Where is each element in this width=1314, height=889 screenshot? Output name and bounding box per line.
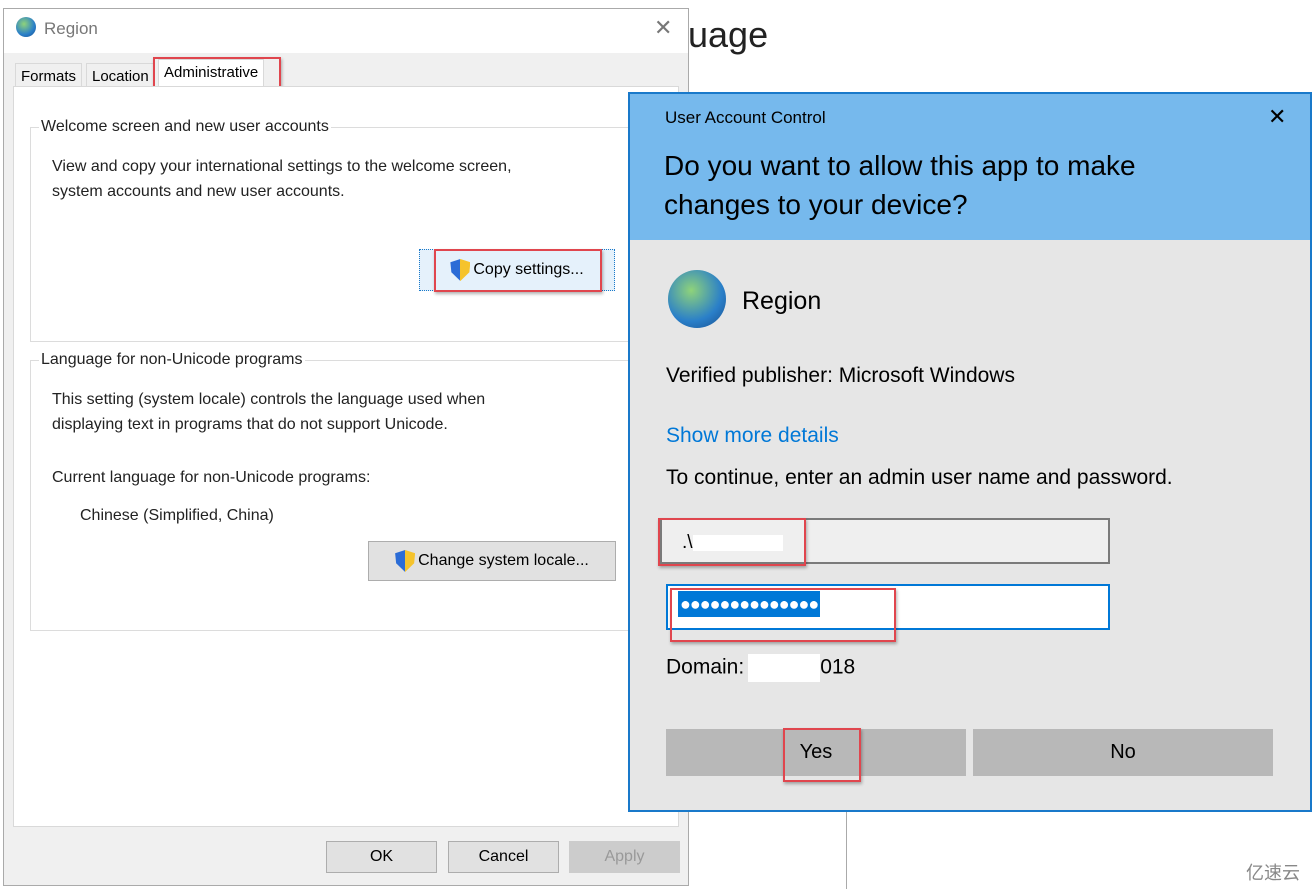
- watermark: 亿速云: [1246, 863, 1300, 883]
- highlight-box: [670, 588, 896, 642]
- tab-formats[interactable]: Formats: [15, 63, 83, 87]
- apply-button[interactable]: Apply: [569, 841, 680, 873]
- ok-button[interactable]: OK: [326, 841, 437, 873]
- uac-shield-icon: [395, 550, 416, 572]
- title-bar: Region ✕: [4, 9, 688, 53]
- publisher: Verified publisher: Microsoft Windows: [666, 364, 1015, 387]
- group-title: Language for non-Unicode programs: [39, 351, 305, 369]
- instruction: To continue, enter an admin user name an…: [666, 466, 1173, 489]
- highlight-box: [783, 728, 861, 782]
- divider: [846, 810, 847, 889]
- region-globe-icon: [668, 270, 726, 328]
- welcome-group: Welcome screen and new user accounts Vie…: [30, 118, 668, 342]
- close-button[interactable]: ✕: [1268, 104, 1286, 130]
- highlight-box: [434, 249, 602, 292]
- uac-header: User Account Control ✕ Do you want to al…: [630, 94, 1310, 240]
- domain-row: Domain: 018: [666, 654, 855, 682]
- uac-dialog: User Account Control ✕ Do you want to al…: [628, 92, 1312, 812]
- region-dialog: Region ✕ Formats Location Administrative…: [3, 8, 689, 886]
- description: system accounts and new user accounts.: [52, 183, 345, 200]
- uac-title: User Account Control: [665, 108, 826, 127]
- no-button[interactable]: No: [973, 729, 1273, 776]
- close-button[interactable]: ✕: [654, 15, 672, 41]
- description: View and copy your international setting…: [52, 158, 512, 175]
- cancel-button[interactable]: Cancel: [448, 841, 559, 873]
- highlight-box: [658, 518, 806, 566]
- tab-panel: Welcome screen and new user accounts Vie…: [13, 86, 679, 827]
- uac-question: Do you want to allow this app to make ch…: [664, 150, 1136, 220]
- group-title: Welcome screen and new user accounts: [39, 118, 331, 136]
- tab-location[interactable]: Location: [86, 63, 155, 87]
- current-language-label: Current language for non-Unicode program…: [52, 469, 371, 486]
- dialog-title: Region: [44, 19, 98, 38]
- description: This setting (system locale) controls th…: [52, 391, 486, 408]
- redaction: [748, 654, 821, 682]
- change-system-locale-button[interactable]: Change system locale...: [368, 541, 616, 581]
- current-language-value: Chinese (Simplified, China): [80, 507, 274, 524]
- description: displaying text in programs that do not …: [52, 416, 448, 433]
- background-page-title: uage: [688, 14, 769, 55]
- locale-group: Language for non-Unicode programs This s…: [30, 351, 668, 631]
- show-more-details-link[interactable]: Show more details: [666, 424, 839, 448]
- region-globe-icon: [16, 17, 36, 37]
- app-name: Region: [742, 287, 822, 315]
